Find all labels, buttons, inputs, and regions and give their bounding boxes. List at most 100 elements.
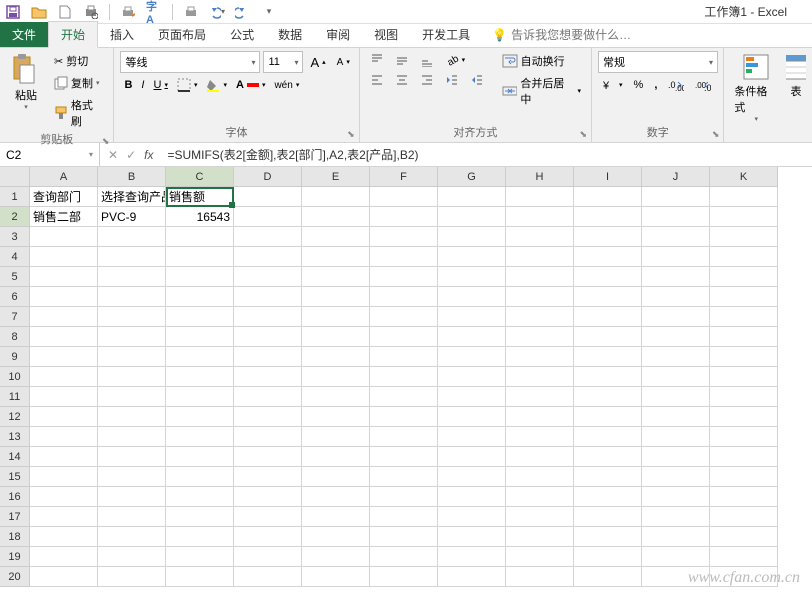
cell[interactable] [574,567,642,587]
font-size-combo[interactable]: 11▾ [263,51,303,73]
cell[interactable] [30,567,98,587]
cell[interactable] [30,267,98,287]
cell[interactable] [438,187,506,207]
cell[interactable] [438,387,506,407]
cell[interactable] [574,367,642,387]
cell[interactable] [710,347,778,367]
cell[interactable] [234,507,302,527]
row-header[interactable]: 8 [0,327,30,347]
cell[interactable] [234,387,302,407]
row-header[interactable]: 11 [0,387,30,407]
cell[interactable] [574,387,642,407]
cell[interactable] [574,207,642,227]
cell[interactable] [302,327,370,347]
cell[interactable] [438,247,506,267]
cell[interactable] [710,547,778,567]
column-header[interactable]: H [506,167,574,187]
cell[interactable] [642,427,710,447]
cell[interactable] [302,387,370,407]
row-header[interactable]: 14 [0,447,30,467]
cell[interactable] [642,207,710,227]
cell[interactable] [302,567,370,587]
tab-data[interactable]: 数据 [266,22,314,47]
cell[interactable] [98,527,166,547]
cell[interactable] [98,227,166,247]
cell[interactable] [30,367,98,387]
cell[interactable] [642,327,710,347]
align-bottom-icon[interactable] [416,51,438,69]
column-header[interactable]: J [642,167,710,187]
column-header[interactable]: I [574,167,642,187]
cell[interactable] [642,527,710,547]
quick-print-icon[interactable] [120,4,136,20]
increase-indent-icon[interactable] [466,71,488,89]
cell[interactable] [642,507,710,527]
cell[interactable] [30,467,98,487]
font-color-button[interactable]: A▾ [232,77,269,93]
cell[interactable] [166,247,234,267]
cell[interactable] [438,267,506,287]
cell[interactable] [710,267,778,287]
border-button[interactable]: ▾ [173,76,202,94]
cell[interactable] [506,247,574,267]
cell[interactable] [98,247,166,267]
cell[interactable] [234,307,302,327]
cell[interactable] [574,507,642,527]
fill-color-button[interactable]: ▾ [202,76,231,94]
cell[interactable] [642,247,710,267]
cell[interactable] [642,307,710,327]
print-preview-icon[interactable] [83,4,99,20]
align-middle-icon[interactable] [391,51,413,69]
cell[interactable] [574,407,642,427]
cell[interactable] [642,227,710,247]
cell[interactable] [438,327,506,347]
row-header[interactable]: 20 [0,567,30,587]
cell[interactable] [302,267,370,287]
cell[interactable] [574,327,642,347]
cell[interactable] [438,447,506,467]
tab-view[interactable]: 视图 [362,22,410,47]
cell[interactable] [166,447,234,467]
cell[interactable] [370,307,438,327]
cell[interactable]: 查询部门 [30,187,98,207]
cell[interactable] [710,467,778,487]
cell[interactable] [166,327,234,347]
cell[interactable] [166,407,234,427]
cell[interactable] [30,327,98,347]
cell[interactable] [574,547,642,567]
cell[interactable] [574,487,642,507]
font-name-combo[interactable]: 等线▾ [120,51,260,73]
open-icon[interactable] [31,4,47,20]
cell[interactable] [302,367,370,387]
cell[interactable]: 16543 [166,207,234,227]
cell[interactable] [438,567,506,587]
column-header[interactable]: B [98,167,166,187]
cell[interactable] [98,427,166,447]
cell[interactable] [506,367,574,387]
tab-page-layout[interactable]: 页面布局 [146,22,218,47]
cell[interactable] [506,267,574,287]
cell[interactable] [438,487,506,507]
cell[interactable] [506,567,574,587]
cell[interactable] [234,327,302,347]
cell[interactable] [302,287,370,307]
cell[interactable] [642,407,710,427]
cell[interactable] [506,187,574,207]
cell[interactable] [710,487,778,507]
align-top-icon[interactable] [366,51,388,69]
alignment-launcher-icon[interactable]: ⬊ [579,129,587,140]
tab-home[interactable]: 开始 [48,21,98,48]
font-launcher-icon[interactable]: ⬊ [347,129,355,140]
cell[interactable] [234,407,302,427]
row-header[interactable]: 4 [0,247,30,267]
align-left-icon[interactable] [366,71,388,89]
cell[interactable] [574,527,642,547]
cell[interactable] [710,427,778,447]
column-header[interactable]: D [234,167,302,187]
cell[interactable] [370,407,438,427]
cell[interactable] [166,267,234,287]
cell[interactable] [234,467,302,487]
row-header[interactable]: 10 [0,367,30,387]
new-icon[interactable] [57,4,73,20]
cell[interactable] [234,347,302,367]
